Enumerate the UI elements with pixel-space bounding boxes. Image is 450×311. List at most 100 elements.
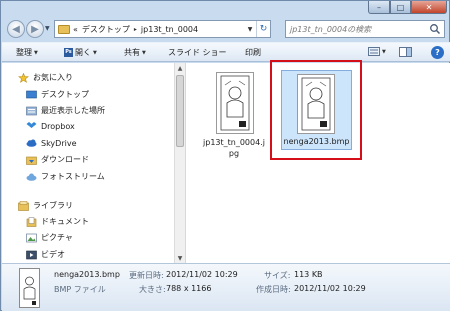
videos-icon xyxy=(26,250,37,259)
address-dropdown-button[interactable]: ▼ xyxy=(244,21,256,37)
refresh-button[interactable]: ↻ xyxy=(256,21,270,37)
breadcrumb-separator[interactable]: ▸ xyxy=(134,26,137,33)
file-item-jpg[interactable]: jp13t_tn_0004.j pg xyxy=(194,69,274,165)
forward-button[interactable]: ▶ xyxy=(26,20,44,38)
scroll-up-icon[interactable]: ▲ xyxy=(175,63,185,73)
dropbox-icon xyxy=(26,122,37,128)
change-view-button[interactable]: ▼ xyxy=(368,47,386,56)
breadcrumb-overflow[interactable]: « xyxy=(73,25,78,34)
sidebar-item-photostream[interactable]: フォトストリーム xyxy=(26,171,105,182)
file-item-bmp-selected[interactable]: nenga2013.bmp xyxy=(281,70,352,150)
open-label: 開く xyxy=(75,48,91,57)
details-filename: nenga2013.bmp xyxy=(54,270,120,279)
close-button[interactable]: ✕ xyxy=(411,1,447,14)
libraries-label: ライブラリ xyxy=(33,201,73,210)
photo-viewer-icon: Ps xyxy=(64,48,73,57)
details-thumbnail xyxy=(19,268,40,308)
recent-pages-dropdown[interactable]: ▼ xyxy=(45,25,50,32)
details-pane: nenga2013.bmp BMP ファイル 更新日時: 2012/11/02 … xyxy=(2,263,450,311)
desktop-icon xyxy=(26,90,37,98)
address-row: ◀ ▶ ▼ « デスクトップ ▸ jp13t_tn_0004 ▼ ↻ jp13t… xyxy=(1,18,449,42)
details-dimensions-value: 788 x 1166 xyxy=(166,284,212,293)
recent-places-icon xyxy=(26,106,37,115)
sidebar-item-dropbox[interactable]: Dropbox xyxy=(26,121,75,131)
explorer-window: – □ ✕ ◀ ▶ ▼ « デスクトップ ▸ jp13t_tn_0004 ▼ ↻… xyxy=(0,0,450,311)
sidebar-item-label: SkyDrive xyxy=(41,138,77,148)
sidebar-item-label: ビデオ xyxy=(41,250,65,259)
file-thumbnail xyxy=(297,74,335,134)
minimize-button[interactable]: – xyxy=(368,1,390,14)
details-size-value: 113 KB xyxy=(294,270,323,279)
downloads-icon xyxy=(26,156,37,165)
sidebar-item-label: 最近表示した場所 xyxy=(41,106,105,115)
print-button[interactable]: 印刷 xyxy=(245,47,261,58)
breadcrumb-folder[interactable]: jp13t_tn_0004 xyxy=(141,25,198,34)
file-thumbnail xyxy=(216,72,254,134)
search-placeholder: jp13t_tn_0004の検索 xyxy=(290,24,372,34)
search-icon xyxy=(430,24,441,35)
sidebar-item-label: ピクチャ xyxy=(41,233,73,242)
sidebar-item-recent-places[interactable]: 最近表示した場所 xyxy=(26,105,105,116)
arrow-right-icon: ▶ xyxy=(31,23,39,35)
details-modified-label: 更新日時: xyxy=(129,271,164,280)
star-icon xyxy=(18,72,29,83)
new-year-card-thumbnail-image xyxy=(23,276,36,305)
documents-icon xyxy=(26,216,37,227)
share-label: 共有 xyxy=(124,48,140,57)
search-input[interactable]: jp13t_tn_0004の検索 xyxy=(285,20,445,38)
scroll-down-icon[interactable]: ▼ xyxy=(175,253,185,263)
sidebar-item-label: デスクトップ xyxy=(41,90,89,99)
slideshow-label: スライド ショー xyxy=(168,48,227,57)
open-button[interactable]: Ps 開く ▼ xyxy=(64,47,97,58)
sidebar-item-documents[interactable]: ドキュメント xyxy=(26,216,89,227)
photostream-icon xyxy=(26,173,37,181)
sidebar-item-label: ドキュメント xyxy=(41,217,89,226)
scrollbar-thumb[interactable] xyxy=(176,75,184,147)
folder-icon xyxy=(58,24,70,34)
sidebar-item-videos[interactable]: ビデオ xyxy=(26,249,65,260)
details-dimensions-label: 大きさ: xyxy=(139,285,166,294)
slideshow-button[interactable]: スライド ショー xyxy=(168,47,227,58)
share-button[interactable]: 共有 ▼ xyxy=(124,47,146,58)
details-created-value: 2012/11/02 10:29 xyxy=(294,284,366,293)
file-name: nenga2013.bmp xyxy=(283,137,350,146)
favorites-label: お気に入り xyxy=(33,73,73,82)
chevron-down-icon: ▼ xyxy=(142,49,146,56)
chevron-down-icon: ▼ xyxy=(382,48,386,55)
organize-label: 整理 xyxy=(16,48,32,57)
view-icon xyxy=(368,47,380,56)
back-button[interactable]: ◀ xyxy=(7,20,25,38)
help-button[interactable]: ? xyxy=(431,46,444,59)
command-bar: 整理 ▼ Ps 開く ▼ 共有 ▼ スライド ショー 印刷 ▼ ? xyxy=(2,42,450,62)
navigation-scrollbar[interactable]: ▲ ▼ xyxy=(174,63,185,263)
preview-pane-button[interactable] xyxy=(399,47,412,57)
details-modified-value: 2012/11/02 10:29 xyxy=(166,270,238,279)
sidebar-item-label: フォトストリーム xyxy=(41,172,105,181)
library-icon xyxy=(18,200,29,211)
new-year-card-thumbnail-image xyxy=(301,77,331,131)
new-year-card-thumbnail-image xyxy=(220,75,250,131)
organize-button[interactable]: 整理 ▼ xyxy=(16,47,38,58)
details-created-label: 作成日時: xyxy=(256,285,291,294)
arrow-left-icon: ◀ xyxy=(12,23,20,35)
maximize-button[interactable]: □ xyxy=(390,1,411,14)
navigation-pane: お気に入り デスクトップ 最近表示した場所 Dropbox SkyDrive ダ… xyxy=(2,63,174,263)
breadcrumb-desktop[interactable]: デスクトップ xyxy=(82,24,130,35)
file-name-line2: pg xyxy=(228,149,240,158)
sidebar-item-label: ダウンロード xyxy=(41,155,89,164)
sidebar-item-pictures[interactable]: ピクチャ xyxy=(26,232,73,243)
skydrive-cloud-icon xyxy=(26,139,37,147)
print-label: 印刷 xyxy=(245,48,261,57)
help-icon: ? xyxy=(435,48,440,57)
preview-pane-icon xyxy=(399,47,412,57)
file-list: jp13t_tn_0004.j pg nenga2013.bmp xyxy=(186,60,450,263)
sidebar-item-desktop[interactable]: デスクトップ xyxy=(26,89,89,100)
sidebar-item-skydrive[interactable]: SkyDrive xyxy=(26,138,77,148)
address-bar[interactable]: « デスクトップ ▸ jp13t_tn_0004 ▼ ↻ xyxy=(54,20,271,38)
refresh-icon: ↻ xyxy=(259,24,268,34)
sidebar-item-label: Dropbox xyxy=(41,121,75,131)
libraries-header[interactable]: ライブラリ xyxy=(18,200,73,211)
title-bar: – □ ✕ xyxy=(1,1,449,15)
favorites-header[interactable]: お気に入り xyxy=(18,72,73,83)
sidebar-item-downloads[interactable]: ダウンロード xyxy=(26,154,89,165)
